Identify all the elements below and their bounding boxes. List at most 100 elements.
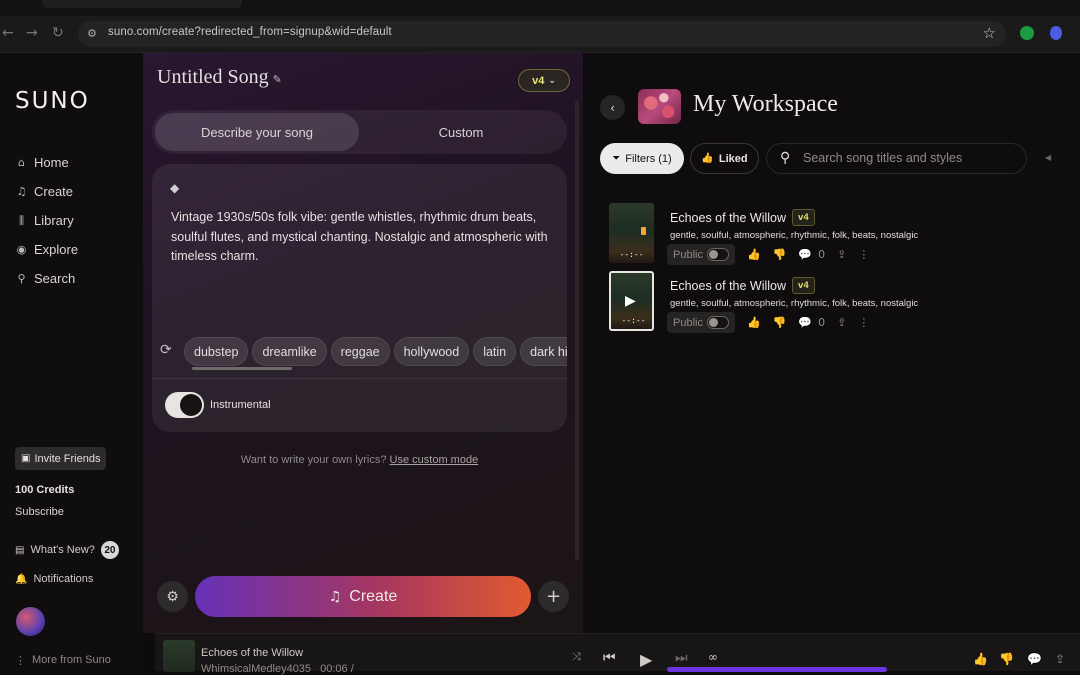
refresh-icon[interactable]: ⟳ [160, 342, 172, 358]
comment-icon[interactable]: 💬 [1027, 652, 1042, 666]
sidebar-item-search[interactable]: ⚲ Search [15, 271, 75, 286]
loop-icon[interactable]: ∞ [708, 650, 718, 664]
public-toggle[interactable]: Public [667, 244, 735, 265]
collapse-arrow-icon[interactable]: ◀ [1045, 153, 1051, 162]
extension-icon[interactable] [1050, 26, 1062, 40]
like-icon[interactable]: 👍 [747, 248, 761, 261]
comments-button[interactable]: 💬 0 [798, 316, 825, 329]
whats-new-link[interactable]: ▤ What's New? 20 [15, 541, 119, 559]
share-icon[interactable]: ⇪ [837, 316, 846, 329]
subscribe-link[interactable]: Subscribe [15, 506, 64, 518]
playback-progress[interactable] [667, 667, 887, 672]
chip-scrollbar[interactable] [192, 367, 292, 370]
style-chip[interactable]: dubstep [184, 337, 249, 366]
more-from-suno-link[interactable]: ⋮ More from Suno [15, 654, 111, 667]
comments-button[interactable]: 💬 0 [798, 248, 825, 261]
tab-describe-your-song[interactable]: Describe your song [155, 113, 359, 151]
share-icon[interactable]: ⇪ [837, 248, 846, 261]
use-custom-mode-link[interactable]: Use custom mode [390, 454, 479, 466]
player-bar: Echoes of the Willow WhimsicalMedley4035… [155, 633, 1080, 675]
more-options-icon[interactable]: ⋮ [858, 316, 869, 329]
toggle-knob [708, 318, 718, 327]
reload-icon[interactable]: ↻ [52, 25, 64, 41]
shapes-icon: ◆ [170, 181, 180, 195]
style-chip[interactable]: reggae [330, 337, 390, 366]
avatar[interactable] [16, 607, 45, 636]
suno-logo[interactable]: SUNO [15, 88, 90, 114]
back-arrow-icon[interactable]: ← [2, 25, 14, 41]
filters-button[interactable]: ⏷ Filters (1) [600, 143, 684, 174]
song-title-text: Echoes of the Willow [670, 210, 787, 225]
browser-toolbar: ← → ↻ ⚙ suno.com/create?redirected_from=… [0, 16, 1080, 53]
player-artist[interactable]: WhimsicalMedley4035 [201, 663, 311, 675]
model-version-select[interactable]: v4 ⌄ [518, 69, 570, 92]
add-button[interactable]: + [538, 581, 569, 612]
song-row[interactable]: --:-- Echoes of the Willow v4 gentle, sou… [609, 203, 1080, 265]
panel-scrollbar[interactable] [575, 100, 579, 560]
invite-friends-button[interactable]: ▣ Invite Friends [15, 447, 107, 470]
pencil-icon[interactable]: ✎ [273, 73, 282, 86]
sidebar-item-label: Explore [34, 242, 79, 257]
like-icon[interactable]: 👍 [747, 316, 761, 329]
whats-new-label: What's New? [30, 544, 95, 556]
lantern-graphic [641, 227, 646, 235]
compass-icon: ◉ [16, 243, 27, 256]
song-title-text: Echoes of the Willow [670, 278, 787, 293]
browser-tab[interactable] [42, 0, 242, 8]
invite-label: Invite Friends [34, 452, 101, 465]
sidebar-item-explore[interactable]: ◉ Explore [15, 242, 78, 257]
sidebar-item-create[interactable]: ♫ Create [15, 184, 73, 199]
create-button[interactable]: ♫ Create [195, 576, 531, 617]
liked-button[interactable]: 👍 Liked [690, 143, 759, 174]
song-title[interactable]: Echoes of the Willow v4 [670, 277, 815, 294]
song-cover[interactable]: ▶ --:-- [609, 271, 654, 331]
search-input[interactable] [803, 151, 1018, 165]
song-description-input[interactable]: Vintage 1930s/50s folk vibe: gentle whis… [171, 208, 551, 267]
player-song-title[interactable]: Echoes of the Willow [201, 647, 303, 659]
notifications-link[interactable]: 🔔 Notifications [15, 573, 93, 585]
mode-tabs: Describe your song Custom [152, 110, 567, 154]
library-icon: ⫼ [18, 213, 25, 227]
sidebar-item-home[interactable]: ⌂ Home [15, 155, 69, 170]
play-icon[interactable]: ▶ [625, 293, 636, 309]
sidebar-item-library[interactable]: ⫼ Library [15, 213, 74, 228]
gear-icon: ⚙ [166, 588, 179, 605]
song-row[interactable]: ▶ --:-- Echoes of the Willow v4 gentle, so… [609, 271, 1080, 333]
instrumental-toggle[interactable] [165, 392, 204, 418]
public-toggle[interactable]: Public [667, 312, 735, 333]
forward-arrow-icon[interactable]: → [26, 25, 38, 41]
thumbs-up-icon: 👍 [701, 153, 714, 164]
next-icon[interactable]: ⏭ [675, 650, 688, 666]
version-badge: v4 [792, 277, 815, 294]
bookmark-star-icon[interactable]: ☆ [983, 24, 996, 42]
scrollbar-thumb[interactable] [575, 100, 579, 560]
dislike-icon[interactable]: 👎 [773, 316, 787, 329]
song-title[interactable]: Echoes of the Willow v4 [670, 209, 815, 226]
dislike-icon[interactable]: 👎 [999, 652, 1014, 666]
home-icon: ⌂ [18, 156, 25, 169]
dislike-icon[interactable]: 👎 [773, 248, 787, 261]
settings-button[interactable]: ⚙ [157, 581, 188, 612]
comment-count: 0 [818, 316, 826, 329]
style-chip[interactable]: dreamlike [252, 337, 327, 366]
tab-custom[interactable]: Custom [359, 113, 563, 151]
song-title[interactable]: Untitled Song ✎ [157, 66, 282, 89]
style-chip[interactable]: latin [473, 337, 517, 366]
site-settings-icon[interactable]: ⚙ [87, 27, 97, 40]
player-cover[interactable] [163, 640, 195, 672]
more-options-icon[interactable]: ⋮ [858, 248, 869, 261]
filter-icon: ⏷ [612, 153, 621, 164]
notifications-label: Notifications [33, 573, 94, 585]
style-chip[interactable]: hollywood [393, 337, 470, 366]
extension-icon[interactable] [1020, 26, 1034, 40]
previous-icon[interactable]: ⏮ [603, 650, 616, 666]
news-icon: ▤ [15, 544, 25, 556]
play-icon[interactable]: ▶ [640, 650, 652, 669]
back-button[interactable]: ‹ [600, 95, 625, 120]
style-chip[interactable]: dark hiphop [520, 337, 567, 366]
share-icon[interactable]: ⇪ [1055, 652, 1065, 666]
address-bar[interactable]: ⚙ suno.com/create?redirected_from=signup… [78, 21, 1006, 47]
like-icon[interactable]: 👍 [973, 652, 988, 666]
song-cover[interactable]: --:-- [609, 203, 654, 263]
shuffle-icon[interactable]: ⤨ [572, 650, 581, 664]
